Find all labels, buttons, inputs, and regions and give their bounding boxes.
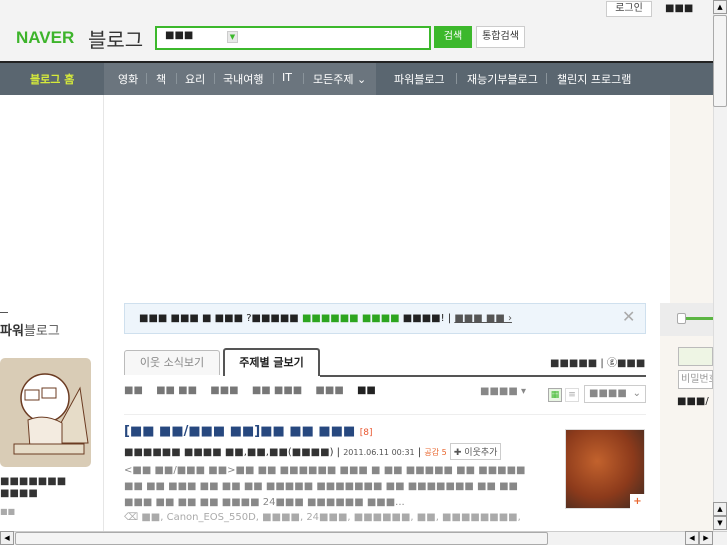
- search-input[interactable]: [243, 29, 427, 47]
- login-button[interactable]: 로그인: [606, 1, 652, 17]
- search-button[interactable]: 검색: [434, 26, 472, 48]
- add-neighbor-button[interactable]: ✚ 이웃추가: [449, 443, 502, 460]
- nav-item-challenge[interactable]: 챌린지 프로그램: [557, 71, 631, 87]
- scroll-right-icon[interactable]: ▶: [699, 531, 713, 545]
- blogger-sub: ■■: [0, 507, 16, 516]
- sort-dropdown[interactable]: ■■■■ ▾: [480, 386, 526, 397]
- divider: [303, 73, 304, 84]
- tab-neighbor-news[interactable]: 이웃 소식보기: [124, 350, 220, 375]
- chevron-down-icon[interactable]: ▼: [227, 31, 238, 43]
- nav-item-movie[interactable]: 영화: [118, 71, 138, 87]
- slider-track[interactable]: [686, 317, 713, 320]
- scroll-left-icon[interactable]: ◀: [0, 531, 14, 545]
- notice-text: ■■■ ■■■ ■ ■■■ ?■■■■■: [139, 313, 302, 324]
- main-nav: 블로그 홈 영화 책 요리 국내여행 IT 모든주제 ⌄ 파워블로그 재능기부블…: [0, 61, 713, 95]
- post-date: 2011.06.11 00:31: [343, 448, 415, 457]
- period-select-value: ■■■■: [589, 388, 627, 399]
- scroll-left-icon[interactable]: ◀: [685, 531, 699, 545]
- horizontal-scroll-thumb[interactable]: [15, 532, 548, 545]
- tab-right-links[interactable]: ■■■■■ | ⓖ■■■: [550, 354, 645, 369]
- divider: [176, 73, 177, 84]
- blog-logo[interactable]: 블로그: [88, 24, 143, 53]
- post-meta: ■■■■■■ ■■■■ ■■,■■,■■(■■■■) | 2011.06.11 …: [124, 443, 502, 460]
- post-author[interactable]: ■■■■■■ ■■■■ ■■,■■,■■(■■■■): [124, 447, 333, 458]
- blogger-name[interactable]: ■■■■■■■ ■■■■: [0, 476, 90, 500]
- nav-item-all-topics[interactable]: 모든주제 ⌄: [313, 71, 366, 87]
- nav-item-power-blog[interactable]: 파워블로그: [394, 71, 445, 87]
- close-icon[interactable]: ✕: [622, 307, 635, 326]
- search-box: ■■■ ▼: [155, 26, 431, 50]
- tag-icon: ⌫: [124, 512, 142, 523]
- tag-list[interactable]: ■■, Canon_EOS_550D, ■■■■, 24■■■, ■■■■■■,…: [141, 512, 520, 523]
- password-input[interactable]: 비밀번호: [678, 370, 713, 389]
- filter-item[interactable]: ■■ ■■■: [252, 385, 302, 396]
- plus-icon[interactable]: +: [630, 494, 645, 509]
- notice-link[interactable]: ■■■ ■■ ›: [454, 313, 512, 324]
- divider: [214, 73, 215, 84]
- id-input[interactable]: [678, 347, 713, 366]
- scroll-up-icon[interactable]: ▲: [713, 0, 727, 14]
- chevron-down-icon: ⌄: [632, 388, 641, 399]
- column-divider: [103, 95, 104, 531]
- naver-logo[interactable]: NAVER: [16, 28, 74, 48]
- scroll-down-icon[interactable]: ▼: [713, 516, 727, 530]
- title-rest: 블로그: [23, 324, 60, 339]
- post-excerpt[interactable]: <■■ ■■/■■■ ■■>■■ ■■ ■■■■■■ ■■■ ■ ■■ ■■■■…: [124, 463, 544, 511]
- nav-blog-home[interactable]: 블로그 홈: [30, 71, 74, 87]
- nav-item-it[interactable]: IT: [282, 71, 292, 84]
- nav-item-talent-blog[interactable]: 재능기부블로그: [467, 71, 538, 87]
- nav-item-book[interactable]: 책: [156, 71, 166, 87]
- blogger-avatar[interactable]: [0, 358, 91, 467]
- nav-item-travel[interactable]: 국내여행: [223, 71, 263, 87]
- scroll-up-icon[interactable]: ▲: [713, 502, 727, 516]
- divider: [546, 73, 547, 84]
- power-blog-title: 파워블로그: [0, 320, 60, 339]
- filter-item[interactable]: ■■■: [315, 385, 343, 396]
- post-title-text[interactable]: [■■ ■■/■■■ ■■]■■ ■■ ■■■: [124, 424, 355, 439]
- like-count: 공감 5: [424, 448, 447, 457]
- right-sidebar-top: [660, 95, 670, 303]
- notice-highlight: ■■■■■■: [301, 313, 359, 324]
- period-select[interactable]: ■■■■ ⌄: [584, 385, 646, 403]
- filter-item-active[interactable]: ■■: [357, 385, 376, 396]
- divider: [456, 73, 457, 84]
- tab-underline: [320, 375, 646, 377]
- notice-highlight: ■■■■: [361, 313, 400, 324]
- filter-item[interactable]: ■■ ■■: [156, 385, 197, 396]
- post-title[interactable]: [■■ ■■/■■■ ■■]■■ ■■ ■■■ [8]: [124, 424, 373, 439]
- search-scope-select[interactable]: ■■■: [165, 30, 193, 41]
- nav-item-cooking[interactable]: 요리: [185, 71, 205, 87]
- filter-item[interactable]: ■■■: [210, 385, 238, 396]
- divider: [0, 312, 8, 313]
- vertical-scroll-thumb[interactable]: [713, 15, 727, 107]
- title-bold: 파워: [0, 324, 24, 339]
- notice-banner: ■■■ ■■■ ■ ■■■ ?■■■■■ ■■■■■■ ■■■■ ■■■■! |…: [124, 303, 646, 334]
- comment-count: [8]: [359, 428, 373, 438]
- divider: [273, 73, 274, 84]
- top-link[interactable]: ■■■: [665, 3, 693, 14]
- topic-filters: ■■ ■■ ■■ ■■■ ■■ ■■■ ■■■ ■■: [124, 385, 386, 396]
- join-link[interactable]: ■■■/: [677, 396, 709, 407]
- slider-handle[interactable]: [677, 313, 686, 324]
- total-search-button[interactable]: 통합검색: [476, 26, 525, 48]
- card-view-icon[interactable]: ▦: [548, 388, 562, 402]
- post-tags: ⌫ ■■, Canon_EOS_550D, ■■■■, 24■■■, ■■■■■…: [124, 512, 544, 523]
- divider: [124, 414, 646, 415]
- list-view-icon[interactable]: ≡: [565, 388, 579, 402]
- filter-item[interactable]: ■■: [124, 385, 143, 396]
- notice-text: ■■■■!: [399, 313, 445, 324]
- divider: [146, 73, 147, 84]
- tab-topic-posts[interactable]: 주제별 글보기: [223, 348, 320, 376]
